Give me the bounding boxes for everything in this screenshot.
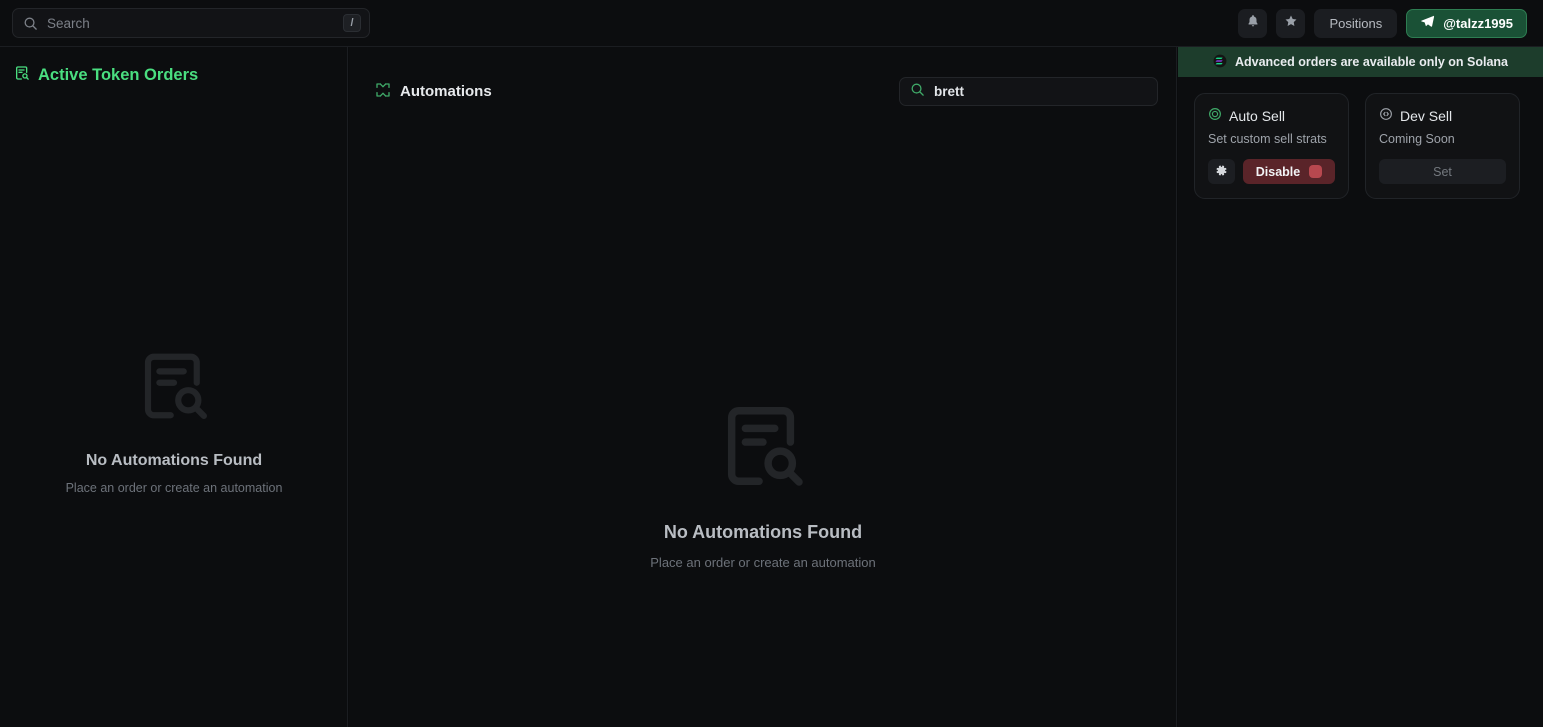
top-header: / Positions @t	[0, 0, 1543, 47]
dev-sell-set-button: Set	[1379, 159, 1506, 184]
automations-title: Automations	[375, 82, 492, 102]
dev-sell-subtitle: Coming Soon	[1379, 132, 1455, 146]
automations-search-input[interactable]	[934, 84, 1147, 99]
center-empty-state: No Automations Found Place an order or c…	[349, 399, 1177, 570]
solana-banner: Advanced orders are available only on So…	[1178, 47, 1543, 77]
automations-panel: Automations brett No Automations Found P…	[349, 47, 1177, 727]
favorites-button[interactable]	[1276, 8, 1306, 38]
left-empty-subtitle: Place an order or create an automation	[65, 481, 283, 495]
auto-sell-card[interactable]: Auto Sell Set custom sell strats Disable	[1194, 93, 1349, 199]
search-icon	[910, 82, 925, 102]
search-shortcut-badge: /	[343, 14, 361, 32]
global-search[interactable]: /	[12, 8, 370, 38]
auto-sell-disable-label: Disable	[1255, 164, 1301, 179]
auto-sell-subtitle: Set custom sell strats	[1208, 132, 1327, 146]
active-token-orders-title: Active Token Orders	[0, 47, 347, 86]
advanced-orders-panel: Advanced orders are available only on So…	[1178, 47, 1543, 727]
positions-button[interactable]: Positions	[1314, 8, 1398, 38]
dev-sell-header: Dev Sell	[1379, 107, 1506, 124]
file-search-icon	[135, 347, 213, 430]
target-circle-icon	[1208, 107, 1222, 124]
left-empty-title: No Automations Found	[85, 452, 263, 469]
telegram-icon	[1420, 14, 1435, 32]
auto-sell-header: Auto Sell	[1208, 107, 1335, 124]
main-body: Active Token Orders No Automations Found…	[0, 47, 1543, 727]
automation-loop-icon	[375, 82, 391, 102]
center-empty-title: No Automations Found	[663, 522, 863, 542]
dev-sell-title: Dev Sell	[1400, 107, 1453, 124]
gear-icon	[1215, 164, 1228, 180]
dev-sell-actions: Set	[1379, 159, 1506, 184]
left-empty-state: No Automations Found Place an order or c…	[0, 347, 348, 495]
notifications-button[interactable]	[1238, 8, 1268, 38]
dev-sell-card[interactable]: Dev Sell Coming Soon Set	[1365, 93, 1520, 199]
code-circle-icon	[1379, 107, 1393, 124]
file-search-icon	[14, 65, 30, 86]
auto-sell-disable-button[interactable]: Disable	[1243, 159, 1335, 184]
auto-sell-settings-button[interactable]	[1208, 159, 1235, 184]
auto-sell-status-indicator	[1309, 165, 1323, 178]
solana-icon	[1213, 54, 1227, 71]
account-button[interactable]: @talzz1995	[1406, 8, 1527, 38]
automations-search[interactable]	[899, 77, 1158, 106]
bell-icon	[1246, 14, 1260, 33]
solana-banner-text: Advanced orders are available only on So…	[1234, 55, 1509, 69]
active-token-orders-label: Active Token Orders	[38, 66, 199, 84]
automations-header: Automations	[349, 47, 1176, 106]
order-type-cards: Auto Sell Set custom sell strats Disable…	[1178, 77, 1543, 199]
center-empty-subtitle: Place an order or create an automation	[650, 555, 876, 570]
search-icon	[23, 16, 38, 31]
file-search-icon	[716, 399, 810, 498]
search-input[interactable]	[47, 15, 343, 31]
account-handle: @talzz1995	[1443, 15, 1513, 31]
star-icon	[1284, 14, 1298, 33]
auto-sell-title: Auto Sell	[1229, 107, 1286, 124]
active-token-orders-panel: Active Token Orders No Automations Found…	[0, 47, 348, 727]
header-actions: Positions @talzz1995	[1238, 8, 1531, 38]
automations-label: Automations	[400, 83, 492, 100]
auto-sell-actions: Disable	[1208, 159, 1335, 184]
